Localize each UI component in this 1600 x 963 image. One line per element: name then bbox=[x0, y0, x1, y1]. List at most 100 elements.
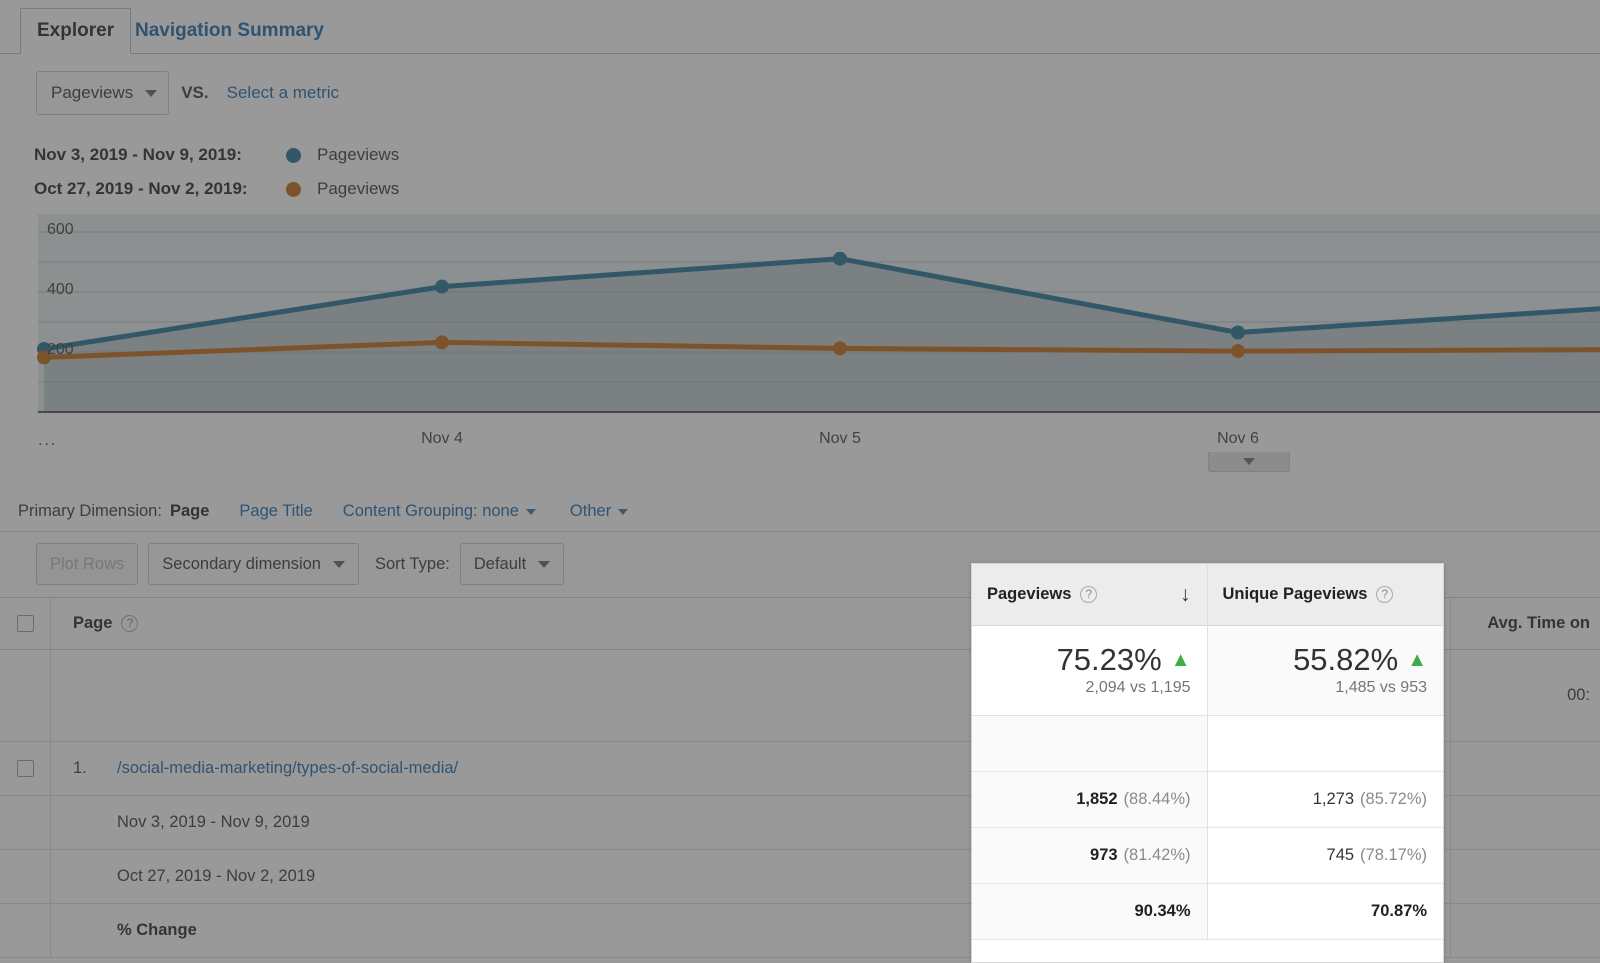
overlay-column-header-unique-pageviews[interactable]: Unique Pageviews ? bbox=[1208, 564, 1444, 625]
plot-rows-label: Plot Rows bbox=[50, 554, 125, 573]
primary-metric-select[interactable]: Pageviews bbox=[36, 71, 170, 115]
overlay-blank-row bbox=[972, 716, 1443, 772]
subrow-change-label: % Change bbox=[117, 921, 197, 939]
sort-type-value: Default bbox=[473, 554, 527, 573]
primary-metric-value: Pageviews bbox=[51, 83, 134, 102]
legend-item-current[interactable]: Nov 3, 2019 - Nov 9, 2019: Pageviews bbox=[34, 138, 399, 172]
other-label: Other bbox=[569, 502, 612, 520]
vs-label: VS. bbox=[181, 83, 209, 102]
secondary-dimension-label: Secondary dimension bbox=[162, 554, 321, 573]
chart-expand-button[interactable] bbox=[1208, 452, 1290, 472]
column-header-avg-time-label: Avg. Time on bbox=[1487, 614, 1590, 632]
overlay-unique-previous: 745 (78.17%) bbox=[1207, 828, 1443, 883]
subrow-avg-time-cell bbox=[1450, 850, 1600, 903]
overlay-column-header-unique-pageviews-label: Unique Pageviews bbox=[1222, 585, 1368, 603]
primary-dimension-page[interactable]: Page bbox=[170, 502, 209, 521]
legend-metric-previous: Pageviews bbox=[317, 179, 400, 198]
overlay-column-header-pageviews-label: Pageviews bbox=[987, 585, 1072, 603]
y-axis-tick-label: 400 bbox=[47, 281, 74, 298]
legend-dot-icon bbox=[286, 181, 301, 197]
column-header-page-label: Page bbox=[73, 614, 113, 632]
overlay-data-row-previous: 973 (81.42%) 745 (78.17%) bbox=[972, 828, 1443, 884]
overlay-unique-change-value: 70.87% bbox=[1371, 902, 1427, 920]
overlay-blank-pageviews-cell bbox=[972, 716, 1208, 771]
primary-dimension-label: Primary Dimension: bbox=[18, 502, 162, 520]
subrow-check-cell bbox=[0, 904, 51, 957]
chart-legend: Nov 3, 2019 - Nov 9, 2019: Pageviews Oct… bbox=[34, 138, 399, 206]
overlay-pageviews-previous: 973 (81.42%) bbox=[972, 828, 1208, 883]
legend-range-previous: Oct 27, 2019 - Nov 2, 2019: bbox=[34, 179, 248, 198]
overlay-summary-pageviews: 75.23% ▲ 2,094 vs 1,195 bbox=[972, 626, 1208, 715]
overlay-header-row: Pageviews ? ↓ Unique Pageviews ? bbox=[972, 564, 1443, 626]
overlay-unique-change: 70.87% bbox=[1207, 884, 1443, 939]
other-dimension-select[interactable]: Other bbox=[569, 502, 629, 521]
metric-selector-row: Pageviews VS. Select a metric bbox=[0, 62, 339, 124]
arrow-up-icon: ▲ bbox=[1170, 648, 1191, 671]
overlay-pageviews-current-value: 1,852 bbox=[1076, 790, 1118, 808]
secondary-dimension-button[interactable]: Secondary dimension bbox=[148, 543, 359, 585]
row-page-link[interactable]: /social-media-marketing/types-of-social-… bbox=[117, 759, 458, 778]
x-axis-tick-label: Nov 5 bbox=[819, 430, 861, 447]
summary-avg-time-value: 00: bbox=[1567, 686, 1590, 704]
subrow-label-cell: Nov 3, 2019 - Nov 9, 2019 bbox=[51, 796, 1040, 849]
chevron-down-icon bbox=[618, 508, 629, 515]
sort-type-label: Sort Type: bbox=[374, 554, 450, 573]
legend-dot-icon bbox=[286, 147, 301, 163]
overlay-pageviews-current: 1,852 (88.44%) bbox=[972, 772, 1208, 827]
overlay-data-row-current: 1,852 (88.44%) 1,273 (85.72%) bbox=[972, 772, 1443, 828]
overlay-summary-row: 75.23% ▲ 2,094 vs 1,195 55.82% ▲ 1,485 v… bbox=[972, 626, 1443, 716]
overlay-column-header-pageviews[interactable]: Pageviews ? ↓ bbox=[972, 564, 1208, 625]
overlay-pageviews-change: 90.34% bbox=[972, 884, 1208, 939]
primary-dimension-bar: Primary Dimension: Page Page Title Conte… bbox=[0, 492, 1600, 532]
overlay-pageviews-change-value: 90.34% bbox=[1134, 902, 1191, 920]
overlay-pageviews-previous-value: 973 bbox=[1090, 846, 1118, 864]
help-icon[interactable]: ? bbox=[1376, 586, 1394, 603]
overlay-unique-previous-pct: (78.17%) bbox=[1360, 846, 1427, 864]
help-icon[interactable]: ? bbox=[1080, 586, 1098, 603]
overlay-unique-previous-value: 745 bbox=[1326, 846, 1355, 864]
overlay-pageviews-previous-pct: (81.42%) bbox=[1123, 846, 1191, 864]
y-axis-tick-label: 200 bbox=[47, 341, 74, 358]
pageviews-line-chart[interactable]: 600 400 200 Nov 4 Nov 5 Nov 6 ... bbox=[0, 206, 1600, 472]
chevron-down-icon bbox=[145, 89, 158, 97]
select-all-checkbox[interactable] bbox=[16, 615, 34, 632]
row-checkbox[interactable] bbox=[16, 760, 34, 777]
subrow-check-cell bbox=[0, 850, 51, 903]
column-header-avg-time-on-page[interactable]: Avg. Time on bbox=[1450, 598, 1600, 649]
legend-item-previous[interactable]: Oct 27, 2019 - Nov 2, 2019: Pageviews bbox=[34, 172, 399, 206]
summary-check-cell bbox=[0, 650, 51, 741]
overlay-summary-unique-compare: 1,485 vs 953 bbox=[1335, 679, 1427, 697]
chevron-down-icon bbox=[538, 560, 551, 568]
content-grouping-label: Content Grouping: none bbox=[342, 502, 519, 520]
arrow-up-icon: ▲ bbox=[1407, 648, 1427, 671]
row-select-cell[interactable] bbox=[0, 742, 51, 795]
column-header-page[interactable]: Page ? bbox=[51, 598, 1040, 649]
tab-navigation-summary-label: Navigation Summary bbox=[135, 20, 324, 41]
tab-explorer-label: Explorer bbox=[37, 20, 115, 41]
plot-rows-button[interactable]: Plot Rows bbox=[36, 543, 139, 585]
row-page-cell: 1. /social-media-marketing/types-of-soci… bbox=[51, 742, 1040, 795]
row-rank: 1. bbox=[73, 759, 87, 777]
select-all-cell[interactable] bbox=[0, 598, 51, 649]
legend-metric-current: Pageviews bbox=[317, 145, 400, 164]
x-axis-tick-label: Nov 6 bbox=[1217, 430, 1259, 447]
subrow-range-previous: Oct 27, 2019 - Nov 2, 2019 bbox=[117, 867, 316, 885]
overlay-summary-pageviews-percent-wrap: 75.23% ▲ bbox=[1057, 643, 1191, 677]
overlay-data-row-change: 90.34% 70.87% bbox=[972, 884, 1443, 940]
primary-dimension-page-title[interactable]: Page Title bbox=[239, 502, 312, 521]
summary-page-cell bbox=[51, 650, 1040, 741]
tab-explorer[interactable]: Explorer bbox=[20, 8, 132, 54]
help-icon[interactable]: ? bbox=[121, 615, 139, 632]
select-a-metric-link[interactable]: Select a metric bbox=[227, 83, 339, 103]
x-axis-tick-label: Nov 4 bbox=[421, 430, 463, 447]
subrow-label-cell: Oct 27, 2019 - Nov 2, 2019 bbox=[51, 850, 1040, 903]
overlay-summary-pageviews-compare: 2,094 vs 1,195 bbox=[1085, 679, 1191, 697]
tab-navigation-summary[interactable]: Navigation Summary bbox=[118, 8, 341, 54]
content-grouping-select[interactable]: Content Grouping: none bbox=[343, 502, 536, 521]
sort-type-select[interactable]: Default bbox=[459, 543, 565, 585]
subrow-range-current: Nov 3, 2019 - Nov 9, 2019 bbox=[117, 813, 310, 831]
summary-avg-time-cell: 00: bbox=[1450, 650, 1600, 741]
chart-canvas bbox=[37, 214, 1600, 413]
arrow-down-icon[interactable]: ↓ bbox=[1180, 584, 1191, 605]
metrics-highlight-panel: Pageviews ? ↓ Unique Pageviews ? 75.23% … bbox=[971, 563, 1444, 963]
